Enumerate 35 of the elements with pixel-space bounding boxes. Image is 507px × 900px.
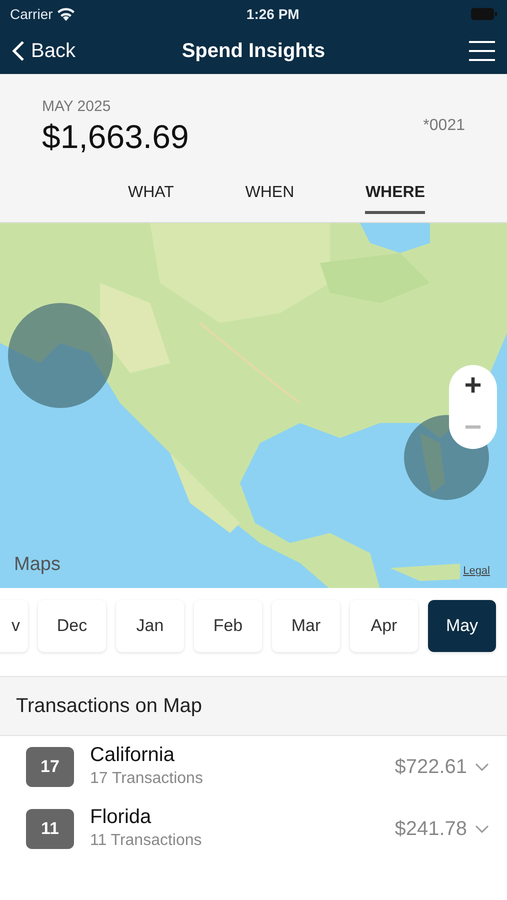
menu-icon[interactable] <box>469 41 495 61</box>
transaction-count: 17 Transactions <box>90 768 204 789</box>
count-badge: 17 <box>26 746 74 787</box>
month-chip[interactable]: May <box>428 600 496 652</box>
screen-title: Spend Insights <box>182 39 326 64</box>
location-name: California <box>90 742 176 767</box>
period-label: MAY 2025 <box>42 97 112 117</box>
transaction-count: 11 Transactions <box>90 830 203 851</box>
chevron-down-icon[interactable] <box>475 762 489 771</box>
back-button[interactable]: Back <box>12 36 76 66</box>
wifi-icon <box>56 8 75 20</box>
battery-icon <box>470 8 497 20</box>
tab[interactable]: WHAT <box>128 180 174 214</box>
status-time: 1:26 PM <box>246 4 300 24</box>
month-chip[interactable]: Mar <box>272 600 340 652</box>
tab[interactable]: WHERE <box>365 180 425 214</box>
count-badge: 11 <box>26 808 74 849</box>
zoom-in-button[interactable]: + <box>449 364 497 407</box>
map-attribution: Maps <box>14 553 60 578</box>
section-title: Transactions on Map <box>0 676 507 736</box>
legal-link[interactable]: Legal <box>460 563 493 580</box>
location-name: Florida <box>90 804 152 829</box>
month-chip[interactable]: Dec <box>38 600 106 652</box>
location-amount: $241.78 <box>394 816 467 842</box>
location-amount: $722.61 <box>394 754 467 780</box>
carrier-label: Carrier <box>10 4 53 24</box>
total-amount: $1,663.69 <box>42 118 189 155</box>
chevron-down-icon[interactable] <box>475 824 489 833</box>
tab[interactable]: WHEN <box>245 180 294 214</box>
month-chip[interactable]: Apr <box>350 600 418 652</box>
month-chip[interactable]: Jan <box>116 600 184 652</box>
account-number: *0021 <box>423 116 465 136</box>
month-chip[interactable]: Feb <box>194 600 262 652</box>
month-chip[interactable]: v <box>0 600 28 652</box>
chevron-left-icon <box>12 40 25 62</box>
